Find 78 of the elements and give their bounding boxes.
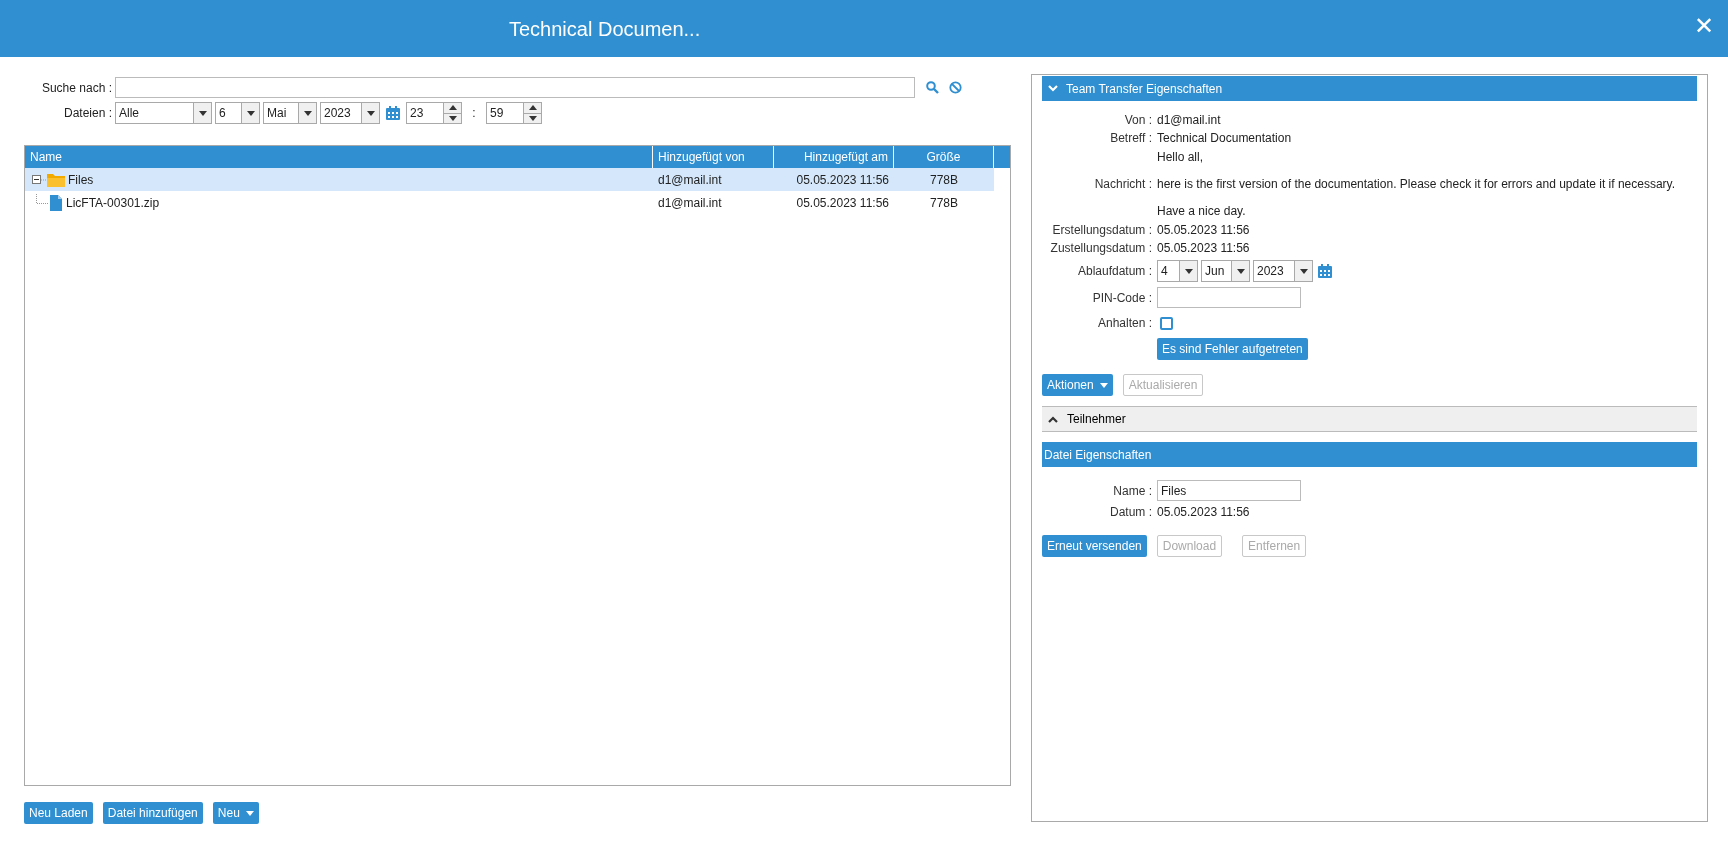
tree-line-icon: [36, 193, 48, 204]
month-select[interactable]: Mai: [263, 102, 317, 124]
field-label: Von :: [1123, 112, 1152, 129]
chevron-icon: [1048, 85, 1058, 92]
table-cell-text: 778B: [929, 194, 959, 212]
close-button[interactable]: ✕: [1693, 14, 1714, 38]
message-text: Hello all,: [1157, 149, 1205, 166]
field-label: Suche nach :: [40, 79, 112, 97]
file-name: Files: [68, 171, 94, 189]
folder-icon: [47, 172, 65, 187]
field-label: Dateien :: [62, 105, 112, 122]
day-select[interactable]: 4: [1157, 260, 1198, 282]
clear-icon: [949, 81, 962, 94]
field-label: Erstellungsdatum :: [1051, 222, 1152, 239]
message-text: here is the first version of the documentation. Please check it for errors and update it if necessary.: [1157, 176, 1676, 193]
up-caret-icon[interactable]: [528, 105, 537, 111]
caret-icon: [245, 810, 254, 816]
field-label: Zustellungsdatum :: [1049, 240, 1152, 257]
input-field[interactable]: Files: [1157, 480, 1301, 501]
section-header[interactable]: Team Transfer Eigenschaften: [1042, 76, 1697, 101]
calendar-icon: [386, 106, 400, 120]
table-cell-text: 05.05.2023 11:56: [795, 194, 890, 212]
field-value: d1@mail.int: [1157, 112, 1221, 129]
table-cell-text: d1@mail.int: [657, 194, 723, 212]
field-label: Name :: [1112, 482, 1152, 500]
button[interactable]: Erneut versenden: [1042, 535, 1147, 557]
year-select[interactable]: 2023: [320, 102, 380, 124]
caret-icon[interactable]: [448, 115, 457, 121]
caret-icon: [1099, 382, 1108, 388]
field-label: Datum :: [1109, 504, 1152, 521]
field-label: PIN-Code :: [1091, 289, 1152, 307]
spinner-field[interactable]: 59: [486, 102, 542, 124]
month-select[interactable]: Jun: [1201, 260, 1250, 282]
window-title: Technical Documen...: [508, 16, 701, 42]
caret-icon: [366, 110, 375, 116]
search-field[interactable]: [115, 77, 915, 98]
caret-icon: [1236, 268, 1245, 274]
button[interactable]: Es sind Fehler aufgetreten: [1157, 338, 1308, 360]
tree-row[interactable]: Files d1@mail.int 05.05.2023 11:56 778B: [25, 168, 994, 191]
day-select[interactable]: 6: [215, 102, 260, 124]
caret-icon[interactable]: [528, 115, 537, 121]
caret-icon: [1184, 268, 1193, 274]
spinner-field[interactable]: 23: [406, 102, 462, 124]
tree-line-icon: [41, 178, 47, 181]
caret-icon: [303, 110, 312, 116]
field-label: Betreff :: [1109, 130, 1152, 147]
field-value: 05.05.2023 11:56: [1157, 504, 1250, 521]
file-name: LicFTA-00301.zip: [66, 194, 160, 212]
checkbox[interactable]: [1160, 316, 1173, 330]
type-select[interactable]: Alle: [115, 102, 212, 124]
collapse-icon[interactable]: [32, 175, 41, 184]
input-field[interactable]: [1157, 287, 1301, 308]
field-label: Nachricht :: [1093, 176, 1152, 193]
up-caret-icon[interactable]: [448, 105, 457, 111]
table-cell-text: 778B: [929, 171, 959, 189]
field-value: 05.05.2023 11:56: [1157, 222, 1250, 239]
section-header: Datei Eigenschaften: [1042, 442, 1697, 467]
search-icon: [926, 81, 939, 94]
caret-icon: [1299, 268, 1308, 274]
separator-text: :: [471, 105, 477, 122]
section-header[interactable]: Teilnehmer: [1042, 406, 1697, 432]
caret-icon: [198, 110, 207, 116]
file-icon: [50, 194, 62, 211]
dropdown-button[interactable]: Aktionen: [1042, 374, 1113, 396]
chevron-icon: [1048, 415, 1058, 423]
field-label: Anhalten :: [1096, 315, 1152, 332]
button[interactable]: Datei hinzufügen: [102, 802, 203, 824]
table-cell-text: d1@mail.int: [657, 171, 723, 189]
table-cell-text: 05.05.2023 11:56: [795, 171, 890, 189]
calendar-icon: [1318, 264, 1332, 278]
year-select[interactable]: 2023: [1253, 260, 1313, 282]
message-text: Have a nice day.: [1157, 203, 1247, 220]
field-value: 05.05.2023 11:56: [1157, 240, 1250, 257]
field-label: Ablaufdatum :: [1076, 263, 1152, 280]
field-value: Technical Documentation: [1157, 130, 1292, 147]
button[interactable]: Neu Laden: [24, 802, 93, 824]
dropdown-button[interactable]: Neu: [212, 802, 259, 824]
caret-icon: [246, 110, 255, 116]
